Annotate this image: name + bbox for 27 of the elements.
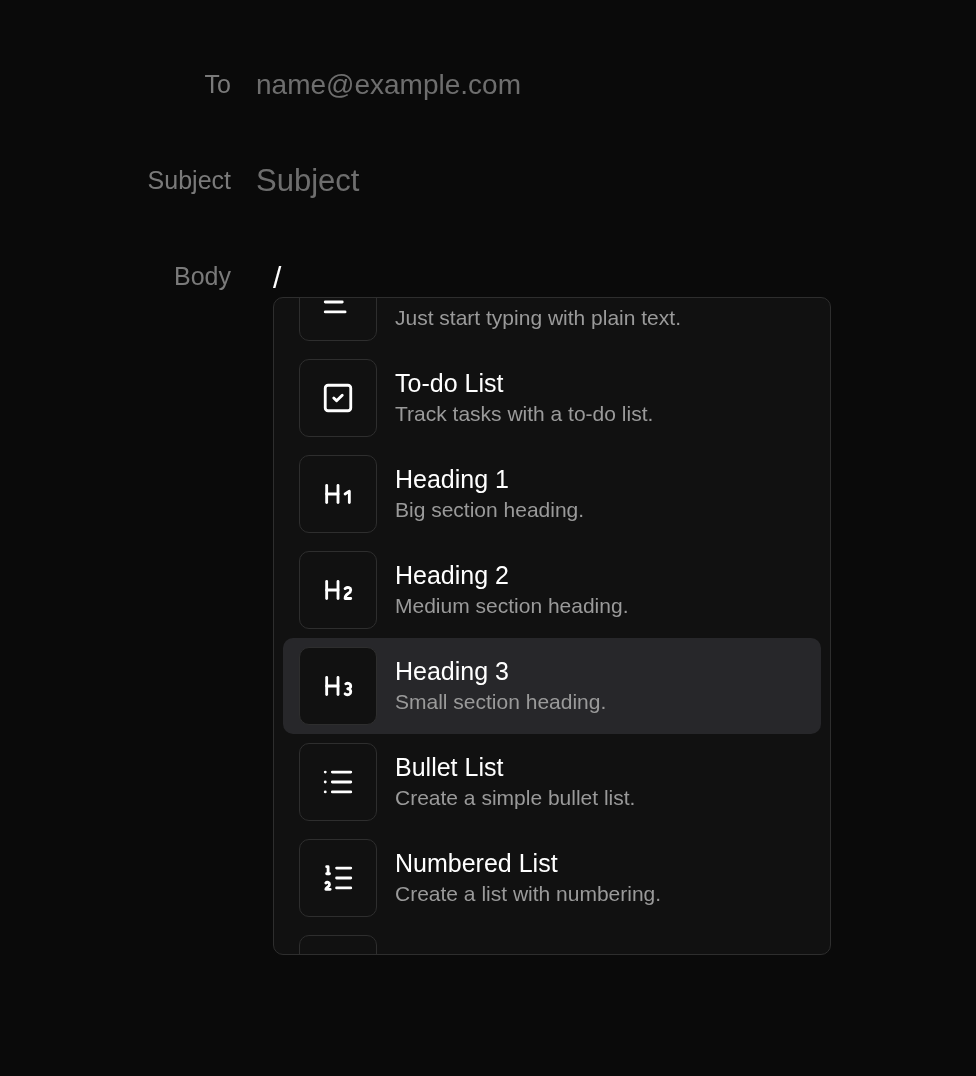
item-title: Heading 1 xyxy=(395,464,510,495)
item-title: Heading 3 xyxy=(395,656,510,687)
item-description: Track tasks with a to-do list. xyxy=(395,401,654,427)
item-title: Heading 2 xyxy=(395,560,510,591)
input-field[interactable]: Subject xyxy=(256,157,816,205)
item-description: Medium section heading. xyxy=(395,593,629,619)
menu-item[interactable]: Bullet List Create a simple bullet list. xyxy=(283,734,821,830)
item-title: Numbered List xyxy=(395,848,559,879)
item-description: Create a simple bullet list. xyxy=(395,785,636,811)
menu-item[interactable]: Heading 3 Small section heading. xyxy=(283,638,821,734)
field-label: Subject xyxy=(146,165,231,197)
field-label: To xyxy=(203,69,231,101)
field-label: Body xyxy=(173,261,231,293)
menu-item[interactable]: Heading 2 Medium section heading. xyxy=(283,542,821,638)
item-description: Small section heading. xyxy=(395,689,607,715)
item-title: Bullet List xyxy=(395,752,505,783)
menu-item[interactable]: Numbered List Create a list with numbering. xyxy=(283,830,821,926)
checkbox-icon xyxy=(321,381,355,415)
item-description: Create a list with numbering. xyxy=(395,881,662,907)
body-field[interactable]: / xyxy=(273,254,833,300)
menu-item[interactable]: Just start typing with plain text. xyxy=(283,298,821,350)
menu-item[interactable]: To-do List Track tasks with a to-do list. xyxy=(283,350,821,446)
menu-item[interactable]: Heading 1 Big section heading. xyxy=(283,446,821,542)
item-description: Just start typing with plain text. xyxy=(395,305,681,331)
item-title: To-do List xyxy=(395,368,505,399)
item-description: Big section heading. xyxy=(395,497,585,523)
input-field[interactable]: name@example.com xyxy=(256,64,816,106)
